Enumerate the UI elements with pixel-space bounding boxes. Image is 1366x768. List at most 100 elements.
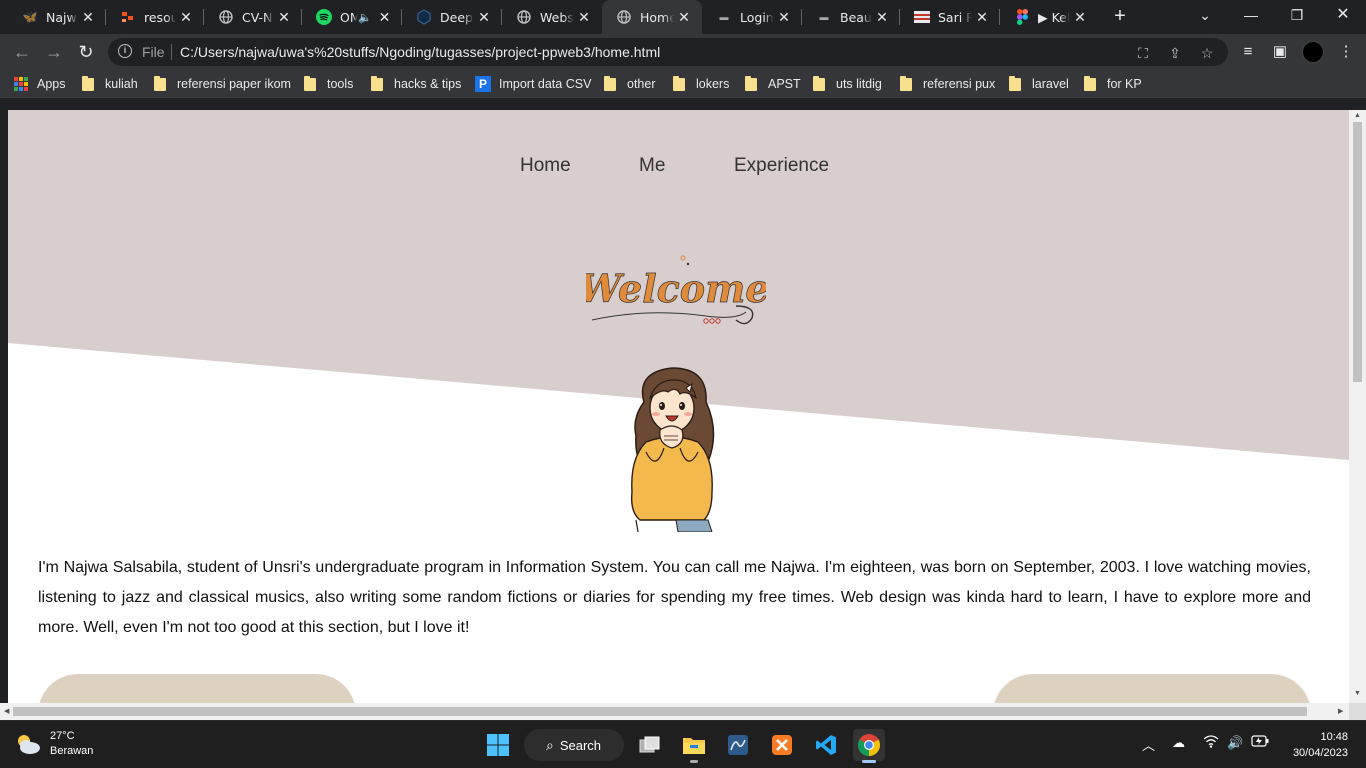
- scroll-down-arrow-icon[interactable]: ▼: [1353, 690, 1362, 697]
- tab-search-icon[interactable]: ⌄: [1182, 0, 1228, 34]
- clock-date: 30/04/2023: [1292, 747, 1348, 759]
- vscode-icon[interactable]: [810, 729, 842, 761]
- task-view-icon[interactable]: [634, 729, 666, 761]
- bookmark-apst[interactable]: APST: [745, 75, 801, 93]
- tab-website[interactable]: Website ✕: [502, 0, 602, 34]
- tab-spotify[interactable]: OMG 🔈 ✕: [302, 0, 402, 34]
- bookmark-other[interactable]: other: [604, 75, 656, 93]
- nav-experience-link[interactable]: Experience: [734, 155, 829, 177]
- new-tab-button[interactable]: +: [1108, 5, 1132, 29]
- address-bar[interactable]: i File C:/Users/najwa/uwa's%20stuffs/Ngo…: [108, 38, 1228, 66]
- horizontal-scrollbar[interactable]: ◀ ▶: [0, 703, 1349, 720]
- file-explorer-icon[interactable]: [678, 729, 710, 763]
- nav-home-link[interactable]: Home: [520, 155, 571, 177]
- windows-taskbar: 27°C Berawan ⌕ Search ︿ ☁ 🔊 10:48 30/04/…: [0, 720, 1366, 768]
- close-window-button[interactable]: ✕: [1320, 0, 1366, 34]
- scroll-right-arrow-icon[interactable]: ▶: [1338, 707, 1343, 715]
- bookmark-hacks-tips[interactable]: hacks & tips: [371, 75, 461, 93]
- close-tab-icon[interactable]: ✕: [375, 9, 394, 26]
- bookmark-lokers[interactable]: lokers: [673, 75, 729, 93]
- menu-kebab-icon[interactable]: ⋮: [1336, 42, 1356, 62]
- bookmark-import-data-csv[interactable]: P Import data CSV: [475, 75, 591, 93]
- minimize-button[interactable]: —: [1228, 0, 1274, 34]
- girl-illustration: [630, 367, 715, 532]
- translate-icon[interactable]: ⛶: [1134, 44, 1152, 62]
- close-tab-icon[interactable]: ✕: [274, 9, 294, 26]
- chrome-icon[interactable]: [853, 729, 885, 763]
- media-queue-icon[interactable]: ≡: [1238, 42, 1258, 62]
- bookmark-uts-litdig[interactable]: uts litdig: [813, 75, 882, 93]
- maximize-button[interactable]: ❐: [1274, 0, 1320, 34]
- windows-start-icon[interactable]: [482, 729, 514, 761]
- weather-widget[interactable]: 27°C Berawan: [14, 729, 93, 759]
- xampp-icon[interactable]: [766, 729, 798, 761]
- onedrive-cloud-icon[interactable]: ☁: [1172, 735, 1185, 751]
- bookmark-referensi-paper-ikom[interactable]: referensi paper ikom: [154, 75, 291, 93]
- bookmark-kuliah[interactable]: kuliah: [82, 75, 138, 93]
- scroll-thumb[interactable]: [13, 707, 1307, 716]
- url-text[interactable]: C:/Users/najwa/uwa's%20stuffs/Ngoding/tu…: [180, 44, 660, 60]
- bookmark-star-icon[interactable]: ☆: [1198, 44, 1216, 62]
- close-tab-icon[interactable]: ✕: [674, 9, 694, 26]
- bookmark-apps[interactable]: Apps: [14, 75, 66, 93]
- close-tab-icon[interactable]: ✕: [774, 9, 794, 26]
- show-hidden-icons-chevron-icon[interactable]: ︿: [1142, 735, 1155, 754]
- running-indicator: [690, 760, 698, 763]
- scroll-thumb[interactable]: [1353, 122, 1362, 382]
- close-tab-icon[interactable]: ✕: [1070, 9, 1090, 26]
- weather-condition: Berawan: [50, 745, 94, 757]
- close-tab-icon[interactable]: ✕: [872, 9, 892, 26]
- tab-title: resources: [144, 9, 176, 25]
- tab-title: Sari Roti: [938, 9, 972, 25]
- tab-najwa[interactable]: 🦋 Najwa ✕: [8, 0, 106, 34]
- butterfly-icon: 🦋: [22, 10, 38, 24]
- tab-sari-roti[interactable]: Sari Roti ✕: [900, 0, 1000, 34]
- bookmark-label: Apps: [37, 77, 66, 91]
- globe-icon: [616, 9, 632, 25]
- taskbar-search[interactable]: ⌕ Search: [524, 729, 624, 761]
- info-icon[interactable]: i: [118, 44, 132, 58]
- close-tab-icon[interactable]: ✕: [474, 9, 494, 26]
- bookmark-tools[interactable]: tools: [304, 75, 353, 93]
- workbench-icon[interactable]: [722, 729, 754, 761]
- tab-home[interactable]: Home ✕: [602, 0, 702, 34]
- vertical-scrollbar[interactable]: ▲ ▼: [1349, 110, 1366, 703]
- back-arrow-icon[interactable]: ←: [10, 40, 34, 64]
- volume-icon[interactable]: 🔊: [1227, 735, 1243, 751]
- tab-figma[interactable]: ▶ Kelompok ✕: [1000, 0, 1098, 34]
- scheme-label: File: [142, 44, 165, 60]
- system-clock[interactable]: 10:48 30/04/2023: [1282, 729, 1348, 761]
- speaker-icon[interactable]: 🔈: [358, 11, 375, 24]
- tab-beauty[interactable]: ▬ Beauty ✕: [802, 0, 900, 34]
- side-panel-icon[interactable]: ▣: [1270, 42, 1290, 62]
- bookmark-label: lokers: [696, 77, 730, 91]
- wifi-icon[interactable]: [1203, 735, 1219, 751]
- profile-avatar[interactable]: [1302, 41, 1324, 63]
- folder-icon: [900, 75, 912, 91]
- tab-cv[interactable]: CV-Najwa ✕: [204, 0, 302, 34]
- deepl-icon: [416, 9, 432, 25]
- nav-me-link[interactable]: Me: [639, 155, 665, 177]
- folder-icon: [813, 75, 825, 91]
- tab-deepl[interactable]: DeepL ✕: [402, 0, 502, 34]
- tab-resources[interactable]: resources ✕: [106, 0, 204, 34]
- forward-arrow-icon[interactable]: →: [42, 40, 66, 64]
- bookmark-laravel[interactable]: laravel: [1009, 75, 1069, 93]
- bookmark-label: referensi paper ikom: [177, 77, 291, 91]
- close-tab-icon[interactable]: ✕: [176, 9, 196, 26]
- close-tab-icon[interactable]: ✕: [574, 9, 594, 26]
- bookmark-label: for KP: [1107, 77, 1142, 91]
- scroll-left-arrow-icon[interactable]: ◀: [4, 707, 9, 715]
- share-icon[interactable]: ⇪: [1166, 44, 1184, 62]
- bookmark-label: kuliah: [105, 77, 138, 91]
- close-tab-icon[interactable]: ✕: [78, 9, 98, 26]
- close-tab-icon[interactable]: ✕: [972, 9, 992, 26]
- bookmark-referensi-pux[interactable]: referensi pux: [900, 75, 995, 93]
- welcome-lettering: Welcome: [586, 255, 766, 325]
- bookmark-for-kp[interactable]: for KP: [1084, 75, 1142, 93]
- scroll-up-arrow-icon[interactable]: ▲: [1353, 112, 1362, 119]
- tab-title: ▶ Kelompok: [1038, 9, 1070, 25]
- battery-icon[interactable]: [1251, 735, 1269, 750]
- reload-icon[interactable]: ↻: [74, 40, 98, 64]
- tab-login[interactable]: ▬ Login ✕: [702, 0, 802, 34]
